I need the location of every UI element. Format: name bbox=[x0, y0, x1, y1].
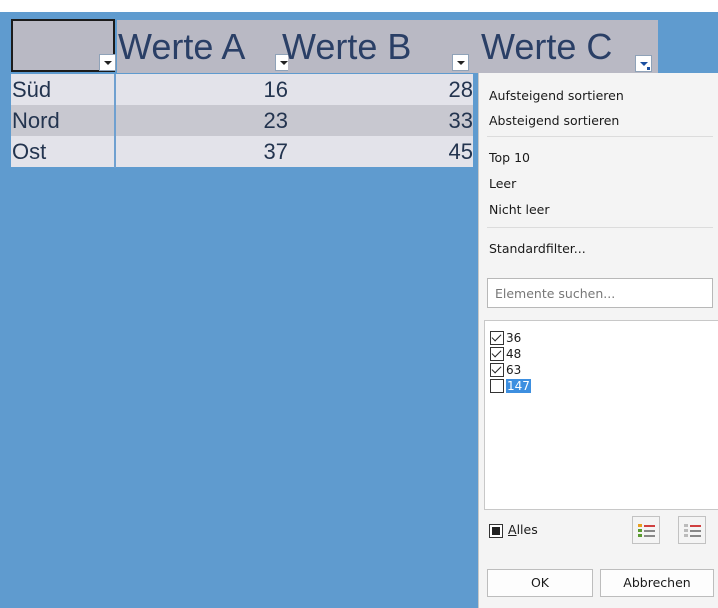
value-cell-a[interactable]: 37 bbox=[117, 136, 288, 167]
header-corner-cell[interactable] bbox=[11, 19, 116, 72]
menu-not-empty[interactable]: Nicht leer bbox=[489, 200, 550, 220]
list-item-label: 36 bbox=[506, 331, 522, 345]
row-label-cell[interactable]: Nord bbox=[11, 105, 115, 136]
row-label-cell[interactable]: Süd bbox=[11, 74, 115, 105]
checkbox[interactable] bbox=[490, 347, 504, 361]
value-cell-b[interactable]: 28 bbox=[288, 74, 473, 105]
list-item[interactable]: 63 bbox=[490, 363, 521, 379]
list-item-label: 48 bbox=[506, 347, 522, 361]
unselect-all-icon[interactable] bbox=[678, 516, 706, 544]
select-all-checkbox[interactable]: Alles bbox=[489, 520, 538, 540]
autofilter-dropdown-icon[interactable] bbox=[452, 54, 469, 71]
list-item-label: 63 bbox=[506, 363, 522, 377]
menu-separator bbox=[487, 136, 713, 137]
autofilter-popup: Aufsteigend sortieren Absteigend sortier… bbox=[478, 73, 718, 608]
header-label: Werte B bbox=[282, 26, 412, 67]
menu-empty[interactable]: Leer bbox=[489, 174, 516, 194]
search-input[interactable] bbox=[487, 278, 713, 308]
column-divider bbox=[114, 74, 116, 168]
select-all-label: Alles bbox=[508, 522, 538, 537]
ok-button[interactable]: OK bbox=[487, 569, 593, 597]
checkbox[interactable] bbox=[490, 379, 504, 393]
value-cell-b[interactable]: 33 bbox=[288, 105, 473, 136]
list-item-label: 147 bbox=[506, 379, 531, 393]
menu-sort-descending[interactable]: Absteigend sortieren bbox=[489, 111, 619, 131]
header-label: Werte A bbox=[118, 26, 246, 67]
menu-sort-ascending[interactable]: Aufsteigend sortieren bbox=[489, 86, 624, 106]
value-list[interactable]: 36 48 63 147 bbox=[484, 320, 718, 510]
value-text: 37 bbox=[263, 139, 288, 164]
header-cell-werte-b[interactable]: Werte B bbox=[282, 20, 473, 73]
list-item[interactable]: 48 bbox=[490, 347, 521, 363]
list-item[interactable]: 36 bbox=[490, 331, 521, 347]
header-cell-werte-c[interactable]: Werte C bbox=[473, 20, 658, 73]
row-label-cell[interactable]: Ost bbox=[11, 136, 115, 167]
checkbox[interactable] bbox=[490, 331, 504, 345]
table-row: Süd 16 28 bbox=[11, 74, 473, 105]
header-cell-werte-a[interactable]: Werte A bbox=[117, 20, 292, 73]
checkbox[interactable] bbox=[490, 363, 504, 377]
menu-top-10[interactable]: Top 10 bbox=[489, 148, 530, 168]
cancel-button[interactable]: Abbrechen bbox=[600, 569, 714, 597]
table-row: Nord 23 33 bbox=[11, 105, 473, 136]
value-cell-a[interactable]: 23 bbox=[117, 105, 288, 136]
menu-standard-filter[interactable]: Standardfilter... bbox=[489, 239, 586, 259]
value-cell-b[interactable]: 45 bbox=[288, 136, 473, 167]
tristate-checkbox[interactable] bbox=[489, 523, 503, 538]
table-row: Ost 37 45 bbox=[11, 136, 473, 167]
value-text: 23 bbox=[263, 108, 288, 133]
value-text: 16 bbox=[263, 77, 288, 102]
menu-separator bbox=[487, 227, 713, 228]
value-cell-a[interactable]: 16 bbox=[117, 74, 288, 105]
autofilter-dropdown-active-icon[interactable] bbox=[635, 55, 652, 72]
select-all-icon[interactable] bbox=[632, 516, 660, 544]
autofilter-dropdown-icon[interactable] bbox=[99, 54, 116, 71]
list-item[interactable]: 147 bbox=[490, 379, 531, 395]
header-label: Werte C bbox=[481, 26, 613, 67]
